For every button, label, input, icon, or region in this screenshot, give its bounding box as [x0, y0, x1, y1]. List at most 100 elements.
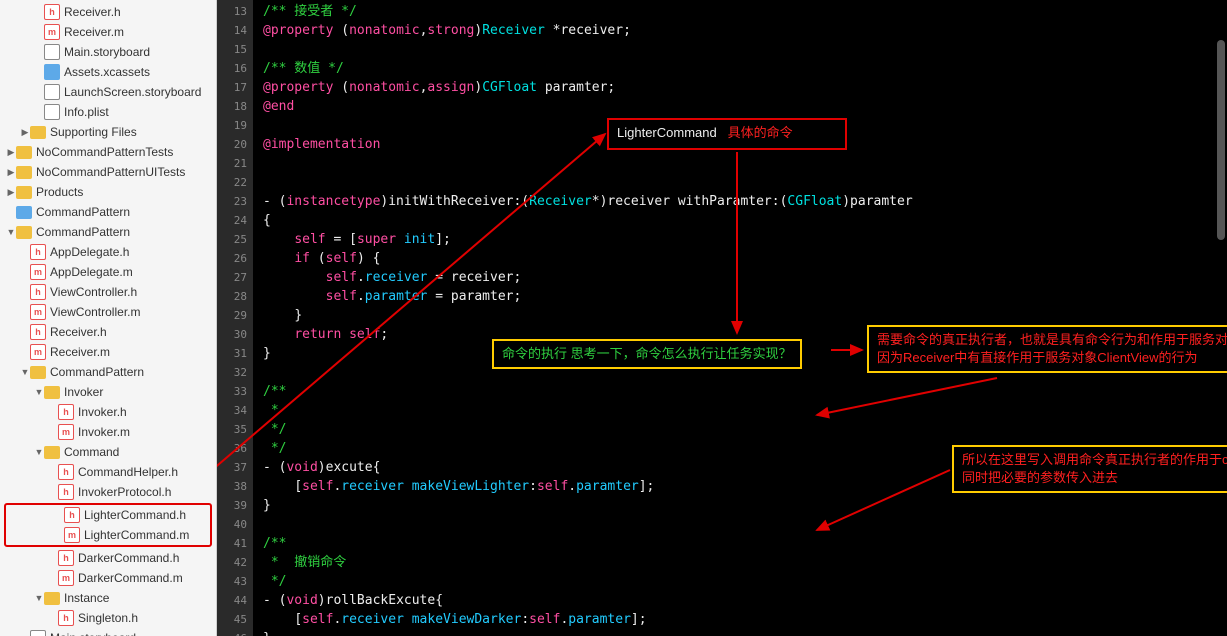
- file-navigator[interactable]: hReceiver.hmReceiver.mMain.storyboardAss…: [0, 0, 217, 636]
- code-line[interactable]: self = [super init];: [263, 230, 1227, 249]
- code-line[interactable]: [263, 154, 1227, 173]
- file-tree-item[interactable]: hViewController.h: [0, 282, 216, 302]
- line-number: 36: [217, 439, 253, 458]
- file-tree-item[interactable]: Supporting Files: [0, 122, 216, 142]
- code-area[interactable]: /** 接受者 */@property (nonatomic,strong)Re…: [253, 2, 1227, 636]
- h-file-icon: h: [58, 610, 74, 626]
- m-file-icon: m: [44, 24, 60, 40]
- code-line[interactable]: /** 数值 */: [263, 59, 1227, 78]
- line-number: 40: [217, 515, 253, 534]
- file-tree-item[interactable]: Main.storyboard: [0, 42, 216, 62]
- line-number: 32: [217, 363, 253, 382]
- file-tree-item[interactable]: Assets.xcassets: [0, 62, 216, 82]
- line-number: 24: [217, 211, 253, 230]
- folder-y-file-icon: [30, 366, 46, 379]
- file-tree-item[interactable]: mReceiver.m: [0, 342, 216, 362]
- scrollbar-thumb[interactable]: [1217, 40, 1225, 240]
- code-line[interactable]: @end: [263, 97, 1227, 116]
- code-line[interactable]: */: [263, 572, 1227, 591]
- code-line[interactable]: @property (nonatomic,assign)CGFloat para…: [263, 78, 1227, 97]
- file-tree-item[interactable]: hReceiver.h: [0, 2, 216, 22]
- disclosure-triangle-icon[interactable]: [6, 147, 16, 158]
- file-label: Invoker.m: [78, 425, 130, 439]
- file-tree-item[interactable]: mViewController.m: [0, 302, 216, 322]
- file-tree-item[interactable]: hLighterCommand.h: [6, 505, 210, 525]
- file-tree-item[interactable]: NoCommandPatternTests: [0, 142, 216, 162]
- code-line[interactable]: * 撤销命令: [263, 553, 1227, 572]
- disclosure-triangle-icon[interactable]: [34, 447, 44, 457]
- file-tree-item[interactable]: NoCommandPatternUITests: [0, 162, 216, 182]
- file-tree-item[interactable]: mInvoker.m: [0, 422, 216, 442]
- annotation-behavior-line1: 所以在这里写入调用命令真正执行者的作用于clientView对象的行为: [962, 451, 1227, 469]
- folder-file-icon: [16, 206, 32, 219]
- disclosure-triangle-icon[interactable]: [6, 167, 16, 178]
- assets-file-icon: [44, 64, 60, 80]
- code-line[interactable]: /** 接受者 */: [263, 2, 1227, 21]
- line-number: 41: [217, 534, 253, 553]
- file-label: Supporting Files: [50, 125, 137, 139]
- file-tree-item[interactable]: Main.storyboard: [0, 628, 216, 636]
- code-line[interactable]: /**: [263, 382, 1227, 401]
- code-line[interactable]: }: [263, 629, 1227, 636]
- code-line[interactable]: [263, 515, 1227, 534]
- file-tree-item[interactable]: hReceiver.h: [0, 322, 216, 342]
- file-tree-item[interactable]: mDarkerCommand.m: [0, 568, 216, 588]
- code-line[interactable]: /**: [263, 534, 1227, 553]
- disclosure-triangle-icon[interactable]: [34, 593, 44, 603]
- file-label: DarkerCommand.m: [78, 571, 183, 585]
- file-tree-item[interactable]: Invoker: [0, 382, 216, 402]
- line-number: 35: [217, 420, 253, 439]
- line-number: 16: [217, 59, 253, 78]
- file-tree-item[interactable]: Info.plist: [0, 102, 216, 122]
- file-label: CommandPattern: [50, 365, 144, 379]
- code-line[interactable]: *: [263, 401, 1227, 420]
- code-line[interactable]: self.receiver = receiver;: [263, 268, 1227, 287]
- file-tree-item[interactable]: hInvoker.h: [0, 402, 216, 422]
- code-line[interactable]: [263, 40, 1227, 59]
- file-label: Receiver.h: [50, 325, 107, 339]
- editor-scrollbar[interactable]: [1215, 0, 1225, 636]
- file-tree-item[interactable]: CommandPattern: [0, 202, 216, 222]
- code-line[interactable]: [self.receiver makeViewDarker:self.param…: [263, 610, 1227, 629]
- disclosure-triangle-icon[interactable]: [34, 387, 44, 397]
- code-line[interactable]: - (void)rollBackExcute{: [263, 591, 1227, 610]
- file-tree-item[interactable]: h AppDelegate.h: [0, 242, 216, 262]
- file-tree-item[interactable]: mAppDelegate.m: [0, 262, 216, 282]
- disclosure-triangle-icon[interactable]: [6, 187, 16, 198]
- code-editor[interactable]: 1314151617181920212223242526272829303132…: [217, 0, 1227, 636]
- line-number: 23: [217, 192, 253, 211]
- line-number: 27: [217, 268, 253, 287]
- code-line[interactable]: }: [263, 496, 1227, 515]
- code-line[interactable]: {: [263, 211, 1227, 230]
- file-tree-item[interactable]: Command: [0, 442, 216, 462]
- code-line[interactable]: */: [263, 420, 1227, 439]
- file-tree-item[interactable]: mReceiver.m: [0, 22, 216, 42]
- file-tree-item[interactable]: hSingleton.h: [0, 608, 216, 628]
- disclosure-triangle-icon[interactable]: [20, 367, 30, 377]
- file-label: AppDelegate.h: [50, 245, 129, 259]
- file-tree-item[interactable]: hInvokerProtocol.h: [0, 482, 216, 502]
- disclosure-triangle-icon[interactable]: [6, 227, 16, 237]
- code-line[interactable]: - (instancetype)initWithReceiver:(Receiv…: [263, 192, 1227, 211]
- line-number: 19: [217, 116, 253, 135]
- file-tree-item[interactable]: hCommandHelper.h: [0, 462, 216, 482]
- code-line[interactable]: if (self) {: [263, 249, 1227, 268]
- file-tree-item[interactable]: Products: [0, 182, 216, 202]
- file-tree-item[interactable]: Instance: [0, 588, 216, 608]
- file-label: AppDelegate.m: [50, 265, 133, 279]
- folder-y-file-icon: [16, 186, 32, 199]
- file-tree-item[interactable]: CommandPattern: [0, 362, 216, 382]
- line-number: 43: [217, 572, 253, 591]
- file-tree-item[interactable]: LaunchScreen.storyboard: [0, 82, 216, 102]
- file-tree-item[interactable]: CommandPattern: [0, 222, 216, 242]
- code-line[interactable]: self.paramter = paramter;: [263, 287, 1227, 306]
- m-file-icon: m: [64, 527, 80, 543]
- h-file-icon: h: [30, 244, 46, 260]
- file-label: Command: [64, 445, 119, 459]
- file-tree-item[interactable]: hDarkerCommand.h: [0, 548, 216, 568]
- code-line[interactable]: }: [263, 306, 1227, 325]
- file-tree-item[interactable]: mLighterCommand.m: [6, 525, 210, 545]
- disclosure-triangle-icon[interactable]: [20, 127, 30, 138]
- code-line[interactable]: [263, 173, 1227, 192]
- code-line[interactable]: @property (nonatomic,strong)Receiver *re…: [263, 21, 1227, 40]
